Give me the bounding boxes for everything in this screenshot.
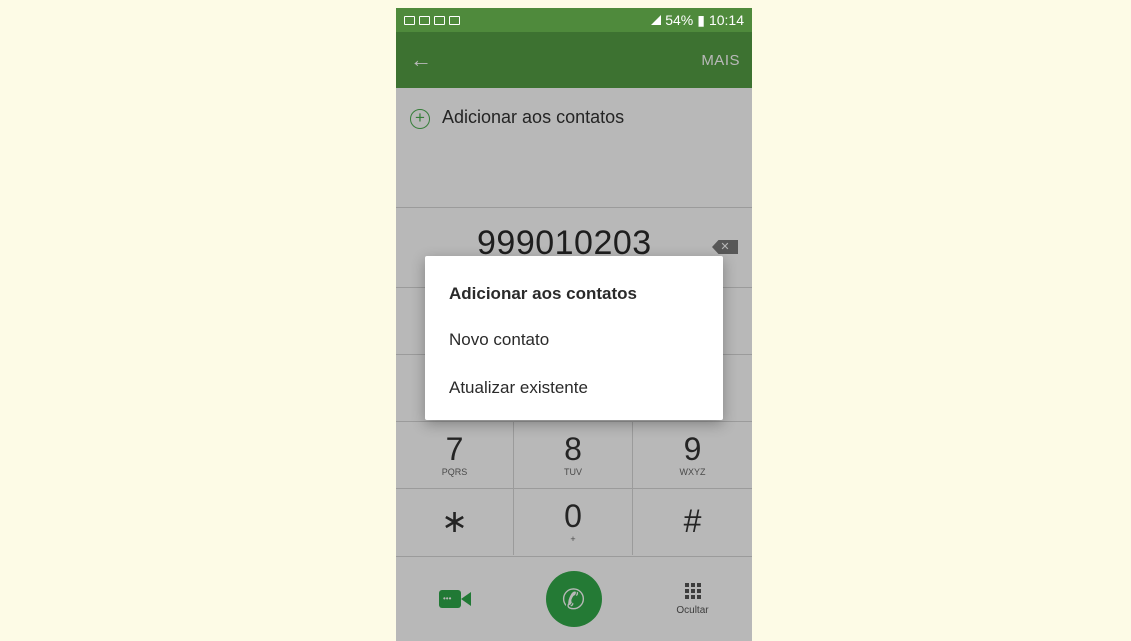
gallery-icon xyxy=(434,15,445,25)
notification-icons xyxy=(404,15,460,25)
mail-icon xyxy=(404,15,415,25)
signal-icon xyxy=(651,15,662,25)
battery-icon: ▮ xyxy=(697,11,705,28)
gmail-icon xyxy=(419,15,430,25)
screen-icon xyxy=(449,15,460,25)
new-contact-option[interactable]: Novo contato xyxy=(449,330,699,378)
clock: 10:14 xyxy=(708,12,744,28)
update-existing-option[interactable]: Atualizar existente xyxy=(449,378,699,426)
battery-level: 54% xyxy=(665,12,694,28)
status-bar: 54% ▮ 10:14 xyxy=(396,8,752,32)
phone-screen: 54% ▮ 10:14 ← MAIS + Adicionar aos conta… xyxy=(396,8,752,641)
add-to-contacts-dialog: Adicionar aos contatos Novo contato Atua… xyxy=(425,256,723,420)
dialog-title: Adicionar aos contatos xyxy=(449,284,637,303)
